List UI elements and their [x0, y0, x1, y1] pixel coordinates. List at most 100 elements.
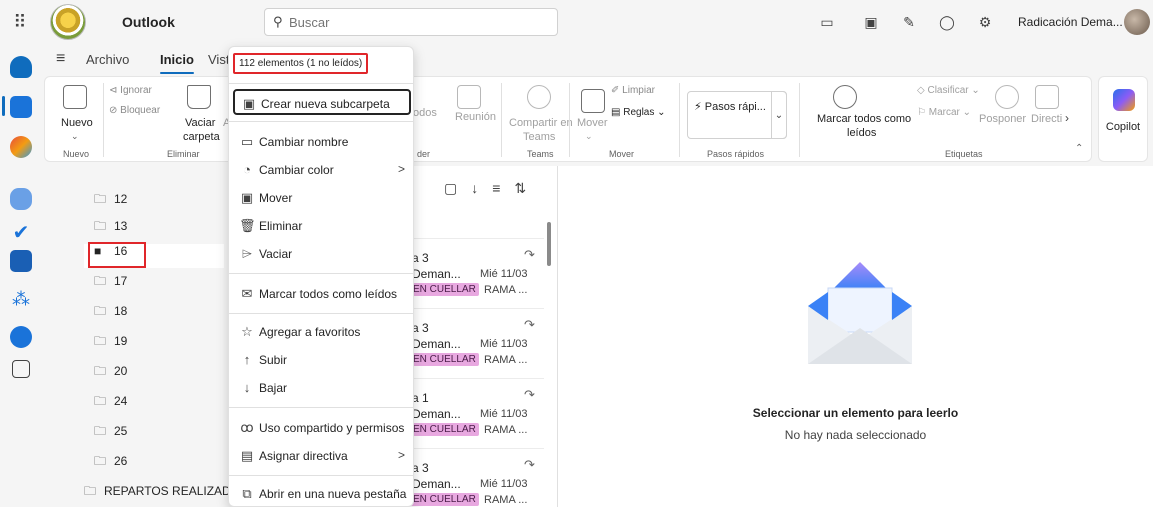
folder-item[interactable]: 🗀 13	[94, 217, 234, 241]
quick-steps-value: Pasos rápi...	[704, 101, 766, 113]
message-item[interactable]: a 3 ↷ Deman... Mié 11/03 EN CUELLAR RAMA…	[404, 238, 544, 308]
mark-read-icon[interactable]	[833, 85, 857, 109]
message-date: Mié 11/03	[480, 338, 528, 350]
people-icon[interactable]	[10, 188, 32, 210]
assign-policy-button[interactable]: Directi	[1031, 113, 1062, 125]
move-folder-icon[interactable]	[581, 89, 605, 113]
folder-icon: 🗀	[84, 484, 97, 498]
menu-divider	[229, 121, 413, 122]
meet-now-icon[interactable]: ▭	[818, 13, 836, 31]
folder-label: 13	[114, 219, 128, 233]
save-icon[interactable]	[10, 250, 32, 272]
message-item[interactable]: a 1 ↷ Deman... Mié 11/03 EN CUELLAR RAMA…	[404, 378, 544, 448]
tab-archivo[interactable]: Archivo	[86, 52, 129, 67]
hamburger-icon[interactable]: ≡	[56, 50, 65, 68]
meeting-icon[interactable]	[457, 85, 481, 109]
quick-steps-label: ⚡ Pasos rápi...	[694, 101, 766, 113]
new-mail-icon[interactable]	[63, 85, 87, 109]
message-list-scrollbar[interactable]	[547, 222, 551, 266]
rules-button[interactable]: ▤ Reglas ⌄	[611, 107, 666, 118]
teams-share-icon[interactable]	[527, 85, 551, 109]
folder-icon: 🗀	[94, 394, 107, 408]
bell-icon[interactable]: ◯	[938, 13, 956, 31]
category-tag: EN CUELLAR	[410, 353, 479, 366]
menu-item-agregar-favoritos[interactable]: ☆ Agregar a favoritos	[233, 319, 411, 345]
tab-vista[interactable]: Vist	[208, 52, 229, 67]
categorize-button[interactable]: ◇ Clasificar ⌄	[917, 85, 980, 96]
menu-item-asignar-directiva[interactable]: ▤ Asignar directiva >	[233, 443, 411, 469]
tab-inicio[interactable]: Inicio	[160, 52, 194, 74]
ribbon-scroll-right-icon[interactable]: ›	[1065, 111, 1069, 125]
mark-all-read-button[interactable]: Marcar todos como	[817, 113, 911, 125]
snooze-button[interactable]: Posponer	[979, 113, 1026, 125]
move-button[interactable]: Mover	[577, 117, 608, 129]
menu-item-crear-subcarpeta[interactable]: ▣ Crear nueva subcarpeta	[233, 89, 411, 115]
sort-icon[interactable]: ⇅	[514, 180, 540, 196]
menu-item-subir[interactable]: ↑ Subir	[233, 347, 411, 373]
teams-icon[interactable]: ▣	[862, 13, 880, 31]
copilot-button[interactable]: Copilot	[1098, 76, 1148, 162]
menu-item-bajar[interactable]: ↓ Bajar	[233, 375, 411, 401]
share-teams-button[interactable]: Compartir en	[509, 117, 573, 129]
onedrive-icon[interactable]	[10, 326, 32, 348]
forward-icon: ↷	[524, 457, 535, 472]
menu-item-marcar-leidos[interactable]: ✉ Marcar todos como leídos	[233, 281, 411, 307]
folder-item[interactable]: 🗀 20	[94, 362, 234, 386]
chevron-down-icon[interactable]: ⌄	[585, 131, 593, 142]
menu-item-abrir-pestana[interactable]: ⧉ Abrir en una nueva pestaña	[233, 481, 411, 507]
copilot-rail-icon[interactable]	[10, 136, 32, 158]
category-tag: EN CUELLAR	[410, 493, 479, 506]
block-button[interactable]: ⊘ Bloquear	[109, 105, 160, 116]
mark-read-icon: ✉	[241, 286, 253, 301]
folder-item[interactable]: 🗀 18	[94, 302, 234, 326]
filter-icon[interactable]: ≡	[492, 180, 514, 196]
quick-steps-selector[interactable]: ⚡ Pasos rápi... ⌄	[687, 91, 787, 139]
chevron-down-icon[interactable]: ⌄	[71, 131, 79, 142]
org-icon[interactable]: ⁂	[10, 288, 32, 310]
folder-item[interactable]: 🗀 25	[94, 422, 234, 446]
sweep-button[interactable]: ✐ Limpiar	[611, 85, 655, 96]
gear-icon[interactable]: ⚙	[976, 13, 994, 31]
more-apps-icon[interactable]	[12, 360, 30, 378]
app-launcher-icon[interactable]: ⠿	[10, 12, 30, 32]
todo-icon[interactable]: ✔	[10, 222, 32, 244]
chevron-down-icon[interactable]: ⌄	[771, 91, 787, 139]
menu-divider	[229, 273, 413, 274]
menu-item-cambiar-nombre[interactable]: ▭ Cambiar nombre	[233, 129, 411, 155]
trash-icon[interactable]	[187, 85, 211, 109]
policy-icon[interactable]	[1035, 85, 1059, 109]
calendar-icon[interactable]	[10, 96, 32, 118]
folder-label: 19	[114, 334, 128, 348]
jump-to-icon[interactable]: ↓	[471, 180, 492, 196]
ribbon-collapse-icon[interactable]: ⌃	[1075, 143, 1083, 154]
mail-icon[interactable]	[10, 56, 32, 78]
folder-item[interactable]: 🗀 12	[94, 190, 234, 214]
snooze-icon[interactable]	[995, 85, 1019, 109]
trash-icon: 🗑	[239, 218, 256, 233]
message-item[interactable]: a 3 ↷ Deman... Mié 11/03 EN CUELLAR RAMA…	[404, 448, 544, 507]
meeting-button[interactable]: Reunión	[455, 111, 496, 123]
folder-item[interactable]: 🗀 24	[94, 392, 234, 416]
menu-item-uso-compartido[interactable]: ꝏ Uso compartido y permisos	[233, 415, 411, 441]
select-icon[interactable]: ▢	[444, 180, 471, 196]
new-button[interactable]: Nuevo	[61, 117, 93, 129]
reply-all-button-partial[interactable]: odos	[413, 107, 437, 119]
folder-item[interactable]: 🗀 19	[94, 332, 234, 356]
ignore-button[interactable]: ⊲ Ignorar	[109, 85, 152, 96]
account-name[interactable]: Radicación Dema...	[1018, 15, 1123, 29]
menu-item-cambiar-color[interactable]: ◔ Cambiar color >	[233, 157, 411, 183]
menu-item-vaciar[interactable]: ⌲ Vaciar	[233, 241, 411, 267]
empty-folder-button[interactable]: Vaciar	[185, 117, 215, 129]
menu-item-label: Eliminar	[259, 219, 303, 233]
search-input[interactable]	[289, 13, 549, 31]
copilot-label: Copilot	[1105, 121, 1141, 133]
message-item[interactable]: a 3 ↷ Deman... Mié 11/03 EN CUELLAR RAMA…	[404, 308, 544, 378]
folder-item[interactable]: 🗀 17	[94, 272, 234, 296]
menu-item-eliminar[interactable]: 🗑 Eliminar	[233, 213, 411, 239]
folder-item[interactable]: 🗀 26	[94, 452, 234, 476]
menu-item-mover[interactable]: ▣ Mover	[233, 185, 411, 211]
flag-button[interactable]: ⚐ Marcar ⌄	[917, 107, 971, 118]
feedback-icon[interactable]: ✎	[900, 13, 918, 31]
search-box[interactable]: ⚲	[264, 8, 558, 36]
avatar[interactable]	[1124, 9, 1150, 35]
